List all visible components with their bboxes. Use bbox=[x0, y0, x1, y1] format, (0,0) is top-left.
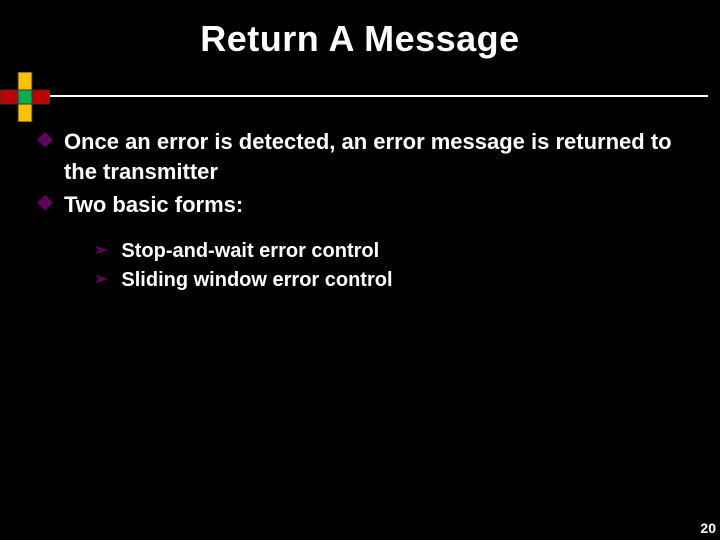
page-number: 20 bbox=[700, 520, 716, 536]
sub-bullet-text: Stop-and-wait error control bbox=[121, 238, 379, 265]
bullet-text: Two basic forms: bbox=[64, 190, 684, 220]
diamond-bullet-icon: ❖ bbox=[36, 190, 54, 218]
sub-bullet-text: Sliding window error control bbox=[121, 267, 392, 294]
sub-bullet-item: ➢ Sliding window error control bbox=[94, 267, 684, 294]
arrow-bullet-icon: ➢ bbox=[94, 238, 107, 264]
bullet-text: Once an error is detected, an error mess… bbox=[64, 127, 684, 186]
arrow-bullet-icon: ➢ bbox=[94, 267, 107, 293]
diamond-bullet-icon: ❖ bbox=[36, 127, 54, 155]
logo-icon bbox=[0, 72, 50, 122]
content-area: ❖ Once an error is detected, an error me… bbox=[0, 97, 720, 294]
bullet-item: ❖ Once an error is detected, an error me… bbox=[36, 127, 684, 186]
title-bar: Return A Message bbox=[12, 0, 708, 97]
sub-list: ➢ Stop-and-wait error control ➢ Sliding … bbox=[36, 224, 684, 294]
sub-bullet-item: ➢ Stop-and-wait error control bbox=[94, 238, 684, 265]
bullet-item: ❖ Two basic forms: bbox=[36, 190, 684, 220]
slide-title: Return A Message bbox=[12, 0, 708, 60]
